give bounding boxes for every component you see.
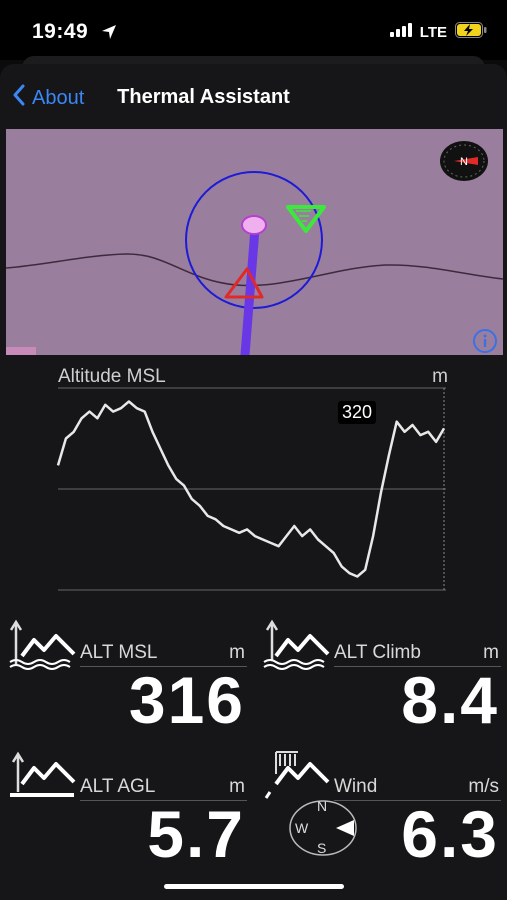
tile-label: ALT MSL xyxy=(80,642,158,663)
tile-label: Wind xyxy=(334,776,378,797)
tile-unit: m xyxy=(229,642,245,663)
signal-icon xyxy=(389,23,412,42)
location-arrow-icon xyxy=(101,24,117,45)
compass-w: W xyxy=(295,820,309,836)
altitude-agl-icon xyxy=(6,748,78,809)
altitude-chart: Altitude MSL m 320 xyxy=(52,364,452,596)
tile-value: 8.4 xyxy=(401,663,499,737)
tile-alt-msl[interactable]: ALT MSL m 316 xyxy=(4,614,249,744)
network-type: LTE xyxy=(419,24,447,41)
tile-value: 5.7 xyxy=(147,797,245,871)
battery-charging-icon xyxy=(455,22,487,43)
page-title-text: Thermal Assistant xyxy=(117,86,290,108)
thermal-core-marker xyxy=(241,215,267,235)
map-canvas xyxy=(6,171,503,355)
tile-unit: m/s xyxy=(468,776,499,797)
status-time: 19:49 xyxy=(32,20,89,43)
tile-alt-climb[interactable]: ALT Climb m 8.4 xyxy=(258,614,503,744)
glider-marker xyxy=(224,267,264,299)
tile-unit: m xyxy=(229,776,245,797)
tile-value: 6.3 xyxy=(401,797,499,871)
flight-track xyxy=(240,224,260,355)
altitude-msl-icon xyxy=(6,616,78,677)
tile-unit: m xyxy=(483,642,499,663)
thermal-map[interactable]: N xyxy=(6,129,503,355)
tile-value: 316 xyxy=(128,663,245,737)
altitude-climb-icon xyxy=(260,616,332,677)
compass-n: N xyxy=(317,798,328,814)
compass-icon[interactable]: N xyxy=(438,140,490,187)
status-bar: 19:49 LTE xyxy=(0,0,507,60)
compass-s: S xyxy=(317,840,327,856)
home-indicator[interactable] xyxy=(164,884,344,889)
tile-wind[interactable]: N W S Wind m/s 6.3 xyxy=(258,748,503,878)
altitude-plot xyxy=(56,387,446,591)
tile-label: ALT Climb xyxy=(334,642,421,663)
info-icon[interactable] xyxy=(472,329,498,355)
tile-alt-agl[interactable]: ALT AGL m 5.7 xyxy=(4,748,249,878)
svg-text:N: N xyxy=(460,156,468,168)
current-altitude-label: 320 xyxy=(338,401,377,424)
tile-label: ALT AGL xyxy=(80,776,156,797)
page-title: Thermal Assistant xyxy=(0,86,507,109)
